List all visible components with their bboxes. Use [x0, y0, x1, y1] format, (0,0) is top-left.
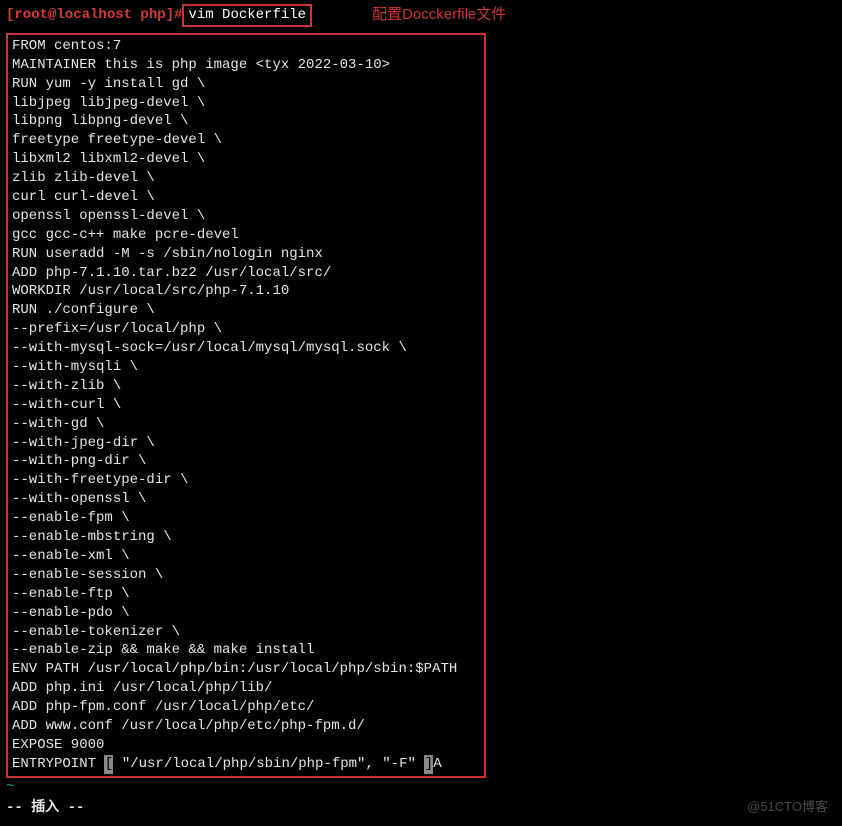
file-line: --prefix=/usr/local/php \	[12, 320, 480, 339]
file-line: --with-curl \	[12, 396, 480, 415]
file-line: RUN yum -y install gd \	[12, 75, 480, 94]
file-line: ADD php.ini /usr/local/php/lib/	[12, 679, 480, 698]
watermark: @51CTO博客	[747, 798, 828, 816]
file-line: freetype freetype-devel \	[12, 131, 480, 150]
file-line: --with-mysql-sock=/usr/local/mysql/mysql…	[12, 339, 480, 358]
file-line: libxml2 libxml2-devel \	[12, 150, 480, 169]
file-line: FROM centos:7	[12, 37, 480, 56]
file-line: RUN useradd -M -s /sbin/nologin nginx	[12, 245, 480, 264]
file-line: libjpeg libjpeg-devel \	[12, 94, 480, 113]
file-line: --enable-xml \	[12, 547, 480, 566]
file-line: RUN ./configure \	[12, 301, 480, 320]
file-line: curl curl-devel \	[12, 188, 480, 207]
file-line: --enable-ftp \	[12, 585, 480, 604]
file-line: --with-zlib \	[12, 377, 480, 396]
vim-tilde: ~	[6, 778, 836, 797]
command-highlight-box: vim Dockerfile	[182, 4, 312, 27]
file-line: libpng libpng-devel \	[12, 112, 480, 131]
file-line: zlib zlib-devel \	[12, 169, 480, 188]
file-line: ADD www.conf /usr/local/php/etc/php-fpm.…	[12, 717, 480, 736]
prompt-user-host: [root@localhost php]	[6, 6, 174, 25]
file-line: ADD php-7.1.10.tar.bz2 /usr/local/src/	[12, 264, 480, 283]
file-line: --with-jpeg-dir \	[12, 434, 480, 453]
file-line: --enable-mbstring \	[12, 528, 480, 547]
file-line: ADD php-fpm.conf /usr/local/php/etc/	[12, 698, 480, 717]
file-line: --enable-zip && make && make install	[12, 641, 480, 660]
prompt-line: [root@localhost php] # vim Dockerfile 配置…	[6, 4, 836, 27]
file-line: --enable-session \	[12, 566, 480, 585]
file-line: WORKDIR /usr/local/src/php-7.1.10	[12, 282, 480, 301]
prompt-hash: #	[174, 6, 182, 25]
cursor-close: ]	[424, 755, 433, 774]
file-line: openssl openssl-devel \	[12, 207, 480, 226]
entrypoint-line: ENTRYPOINT [ "/usr/local/php/sbin/php-fp…	[12, 755, 480, 774]
file-line: --enable-tokenizer \	[12, 623, 480, 642]
terminal-window[interactable]: [root@localhost php] # vim Dockerfile 配置…	[0, 0, 842, 821]
editor-highlight-box: FROM centos:7MAINTAINER this is php imag…	[6, 33, 486, 778]
file-content: FROM centos:7MAINTAINER this is php imag…	[12, 37, 480, 755]
file-line: gcc gcc-c++ make pcre-devel	[12, 226, 480, 245]
file-line: EXPOSE 9000	[12, 736, 480, 755]
annotation-label: 配置Docckerfile文件	[372, 5, 506, 25]
file-line: --with-mysqli \	[12, 358, 480, 377]
file-line: --with-openssl \	[12, 490, 480, 509]
file-line: --enable-fpm \	[12, 509, 480, 528]
file-line: --with-freetype-dir \	[12, 471, 480, 490]
vim-mode-line: -- 插入 --	[6, 799, 836, 818]
file-line: MAINTAINER this is php image <tyx 2022-0…	[12, 56, 480, 75]
file-line: --with-gd \	[12, 415, 480, 434]
file-line: --with-png-dir \	[12, 452, 480, 471]
file-line: ENV PATH /usr/local/php/bin:/usr/local/p…	[12, 660, 480, 679]
command-text: vim Dockerfile	[188, 7, 306, 23]
file-line: --enable-pdo \	[12, 604, 480, 623]
